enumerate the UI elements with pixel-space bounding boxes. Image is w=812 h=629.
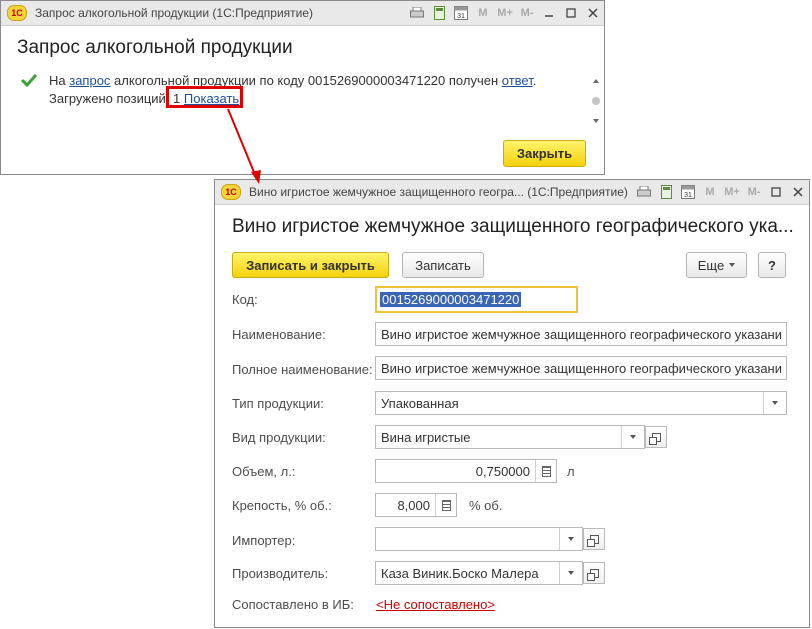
message-text-3: . xyxy=(532,73,537,88)
code-field[interactable]: 0015269000003471220 xyxy=(375,286,578,313)
close-button[interactable]: Закрыть xyxy=(503,140,586,167)
strength-label: Крепость, % об.: xyxy=(232,498,332,513)
close-icon[interactable] xyxy=(787,181,809,203)
name-label: Наименование: xyxy=(232,327,326,342)
producer-value: Каза Виник.Боско Малера xyxy=(381,565,539,581)
product-kind-select[interactable]: Вина игристые xyxy=(375,425,645,449)
calculator-icon[interactable] xyxy=(428,2,450,24)
open-icon[interactable] xyxy=(583,562,605,584)
message-text-1: На xyxy=(49,73,70,88)
response-message: На запрос алкогольной продукции по коду … xyxy=(49,73,536,88)
volume-label: Объем, л.: xyxy=(232,464,296,479)
importer-label: Импортер: xyxy=(232,533,296,548)
calendar-icon[interactable]: 31 xyxy=(677,181,699,203)
memory-plus-button[interactable]: M+ xyxy=(494,2,516,24)
checkmark-icon xyxy=(20,73,38,90)
code-value: 0015269000003471220 xyxy=(380,292,522,307)
response-link[interactable]: ответ xyxy=(502,73,533,88)
request-window: 1С Запрос алкогольной продукции (1С:Пред… xyxy=(0,0,605,175)
volume-value: 0,750000 xyxy=(475,463,530,479)
open-icon[interactable] xyxy=(583,528,605,550)
1c-logo-icon: 1С xyxy=(7,5,27,21)
not-matched-link[interactable]: <Не сопоставлено> xyxy=(376,597,495,612)
dropdown-arrow-icon[interactable] xyxy=(763,392,786,414)
print-icon[interactable] xyxy=(633,181,655,203)
product-type-select[interactable]: Упакованная xyxy=(375,391,787,415)
highlight-box xyxy=(166,86,243,108)
strength-field[interactable]: 8,000 xyxy=(375,493,457,517)
matched-label: Сопоставлено в ИБ: xyxy=(232,597,354,612)
more-label: Еще xyxy=(697,257,725,273)
memory-m-button[interactable]: M xyxy=(472,2,494,24)
chevron-down-icon xyxy=(729,263,736,267)
memory-minus-button[interactable]: M- xyxy=(516,2,538,24)
strength-unit: % об. xyxy=(469,498,503,513)
product-type-value: Упакованная xyxy=(381,395,459,411)
calculator-icon[interactable] xyxy=(535,460,556,482)
maximize-icon[interactable] xyxy=(765,181,787,203)
loaded-label: Загружено позиций: 1 xyxy=(49,91,181,106)
more-button[interactable]: Еще xyxy=(686,252,747,278)
window-title: Запрос алкогольной продукции (1С:Предпри… xyxy=(35,6,314,20)
request-window-titlebar: 1С Запрос алкогольной продукции (1С:Пред… xyxy=(1,1,604,26)
page-title: Запрос алкогольной продукции xyxy=(17,37,293,58)
window-title: Вино игристое жемчужное защищенного геог… xyxy=(249,185,628,199)
calendar-day: 31 xyxy=(457,13,465,20)
calendar-day: 31 xyxy=(684,192,692,199)
product-window-titlebar: 1С Вино игристое жемчужное защищенного г… xyxy=(215,180,809,205)
memory-minus-button[interactable]: M- xyxy=(743,181,765,203)
full-name-field[interactable]: Вино игристое жемчужное защищенного геог… xyxy=(375,356,787,380)
name-field[interactable]: Вино игристое жемчужное защищенного геог… xyxy=(375,322,787,346)
scrollbar[interactable] xyxy=(591,77,601,127)
maximize-icon[interactable] xyxy=(560,2,582,24)
name-value: Вино игристое жемчужное защищенного геог… xyxy=(381,326,783,342)
print-icon[interactable] xyxy=(406,2,428,24)
page-title: Вино игристое жемчужное защищенного геог… xyxy=(232,216,794,237)
close-icon[interactable] xyxy=(582,2,604,24)
producer-select[interactable]: Каза Виник.Боско Малера xyxy=(375,561,583,585)
dropdown-arrow-icon[interactable] xyxy=(559,528,582,550)
memory-m-button[interactable]: M xyxy=(699,181,721,203)
calculator-icon[interactable] xyxy=(435,494,456,516)
minimize-icon[interactable] xyxy=(538,2,560,24)
dropdown-arrow-icon[interactable] xyxy=(621,426,644,448)
help-button[interactable]: ? xyxy=(758,252,786,278)
product-type-label: Тип продукции: xyxy=(232,396,324,411)
product-window: 1С Вино игристое жемчужное защищенного г… xyxy=(214,179,810,628)
producer-label: Производитель: xyxy=(232,566,329,581)
calendar-icon[interactable]: 31 xyxy=(450,2,472,24)
volume-unit: л xyxy=(567,464,575,479)
save-button[interactable]: Записать xyxy=(402,252,484,278)
memory-plus-button[interactable]: M+ xyxy=(721,181,743,203)
full-name-value: Вино игристое жемчужное защищенного геог… xyxy=(381,360,783,376)
calculator-icon[interactable] xyxy=(655,181,677,203)
request-link[interactable]: запрос xyxy=(69,73,110,88)
volume-field[interactable]: 0,750000 xyxy=(375,459,557,483)
product-kind-label: Вид продукции: xyxy=(232,430,326,445)
open-icon[interactable] xyxy=(645,426,667,448)
save-and-close-button[interactable]: Записать и закрыть xyxy=(232,252,389,278)
full-name-label: Полное наименование: xyxy=(232,362,373,377)
code-label: Код: xyxy=(232,292,258,307)
importer-select[interactable] xyxy=(375,527,583,551)
strength-value: 8,000 xyxy=(397,497,430,513)
1c-logo-icon: 1С xyxy=(221,184,241,200)
dropdown-arrow-icon[interactable] xyxy=(559,562,582,584)
product-kind-value: Вина игристые xyxy=(381,429,471,445)
